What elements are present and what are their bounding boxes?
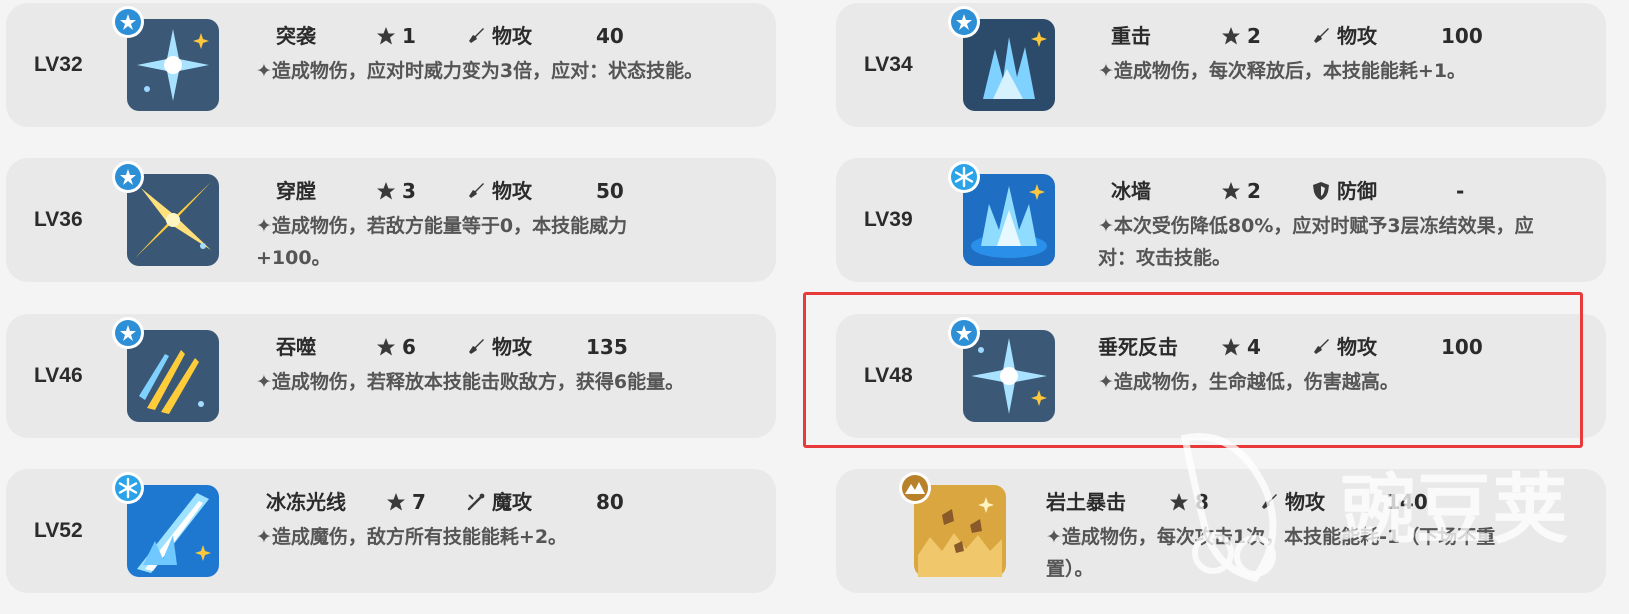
sword-icon [1314,28,1329,43]
star-badge-icon [111,5,145,39]
star-cost-icon [377,182,395,200]
sword-icon [469,28,484,43]
skill-cost: 1 [376,21,416,51]
watermark-logo: 豌豆荚 [1175,418,1605,593]
skill-card-lv34[interactable]: LV34 重击 2 物攻 100 ✦造成物伤，每次释放后，本技能能耗+1。 [836,3,1606,127]
skill-name: 穿膛 [276,179,316,203]
star-badge-icon [111,316,145,350]
skill-description: ✦造成物伤，应对时威力变为3倍，应对：状态技能。 [256,60,704,82]
star-cost-icon [377,27,395,45]
skill-cost: 2 [1221,21,1261,51]
skill-power: 100 [1441,24,1483,48]
skill-description: ✦造成物伤，若敌方能量等于0，本技能威力+100。 [256,215,628,269]
skill-power: 50 [596,179,624,203]
ice-wall-skill-icon [948,161,1055,266]
skill-name: 重击 [1111,24,1151,48]
skill-level: LV32 [34,53,83,76]
shield-icon [1313,182,1329,200]
skill-cost: 6 [376,332,416,362]
skill-level: LV39 [864,208,913,231]
skill-type: 物攻 [1311,21,1377,51]
snowflake-badge-icon [947,160,981,194]
star-cost-icon [387,493,405,511]
skill-level: LV34 [864,53,913,76]
skill-type: 物攻 [466,176,532,206]
skill-description: ✦造成物伤，若释放本技能击败敌方，获得6能量。 [256,371,685,393]
skill-name: 岩土暴击 [1046,490,1126,514]
skill-name: 冰墙 [1111,179,1151,203]
skill-card-lv39[interactable]: LV39 冰墙 2 防御 - ✦本次受伤降低80%，应对时赋予3层冻结效果，应对… [836,158,1606,282]
skill-cost: 3 [376,176,416,206]
star-cost-icon [377,338,395,356]
star-badge-icon [947,5,981,39]
star-cost-icon [1222,182,1240,200]
snowflake-badge-icon [111,471,145,505]
skill-description: ✦造成魔伤，敌方所有技能能耗+2。 [256,526,568,548]
skill-type: 防御 [1311,176,1377,206]
skill-power: - [1456,179,1465,203]
skill-power: 135 [586,335,628,359]
skill-card-lv52[interactable]: LV52 冰冻光线 7 魔攻 80 ✦造成魔伤，敌方所有技能能耗+2。 [6,469,776,593]
skill-name: 吞噬 [276,335,316,359]
skill-description: ✦本次受伤降低80%，应对时赋予3层冻结效果，应对：攻击技能。 [1098,215,1534,269]
watermark-text: 豌豆荚 [1340,465,1568,554]
skill-type: 物攻 [466,21,532,51]
skill-power: 80 [596,490,624,514]
sword-icon [469,339,484,354]
claw-skill-icon [112,317,219,422]
star-badge-icon [111,160,145,194]
skill-cost: 2 [1221,176,1261,206]
skill-card-lv36[interactable]: LV36 穿膛 3 物攻 50 ✦造成物伤，若敌方能量等于0，本技能威力+100… [6,158,776,282]
skill-level: LV36 [34,208,83,231]
star-cost-icon [1222,27,1240,45]
skill-card-lv46[interactable]: LV46 吞噬 6 物攻 135 ✦造成物伤，若释放本技能击败敌方，获得6能量。 [6,314,776,438]
rock-skill-icon [899,472,1006,577]
skill-description: ✦造成物伤，每次释放后，本技能能耗+1。 [1098,60,1467,82]
skill-type: 物攻 [466,332,532,362]
wand-icon [467,493,485,511]
skill-name: 突袭 [276,24,316,48]
sword-icon [469,183,484,198]
impact-skill-icon [948,6,1055,111]
skill-level: LV52 [34,519,83,542]
skill-name: 冰冻光线 [266,490,346,514]
skill-card-lv32[interactable]: LV32 突袭 1 物攻 40 ✦造成物伤，应对时威力变为3倍，应对：状态技能。 [6,3,776,127]
skill-type: 魔攻 [466,487,532,517]
mountain-badge-icon [898,471,932,505]
slash-skill-icon [112,161,219,266]
skill-power: 40 [596,24,624,48]
skill-cost: 7 [386,487,426,517]
ice-beam-skill-icon [112,472,219,577]
skill-level: LV46 [34,364,83,387]
sparkle-skill-icon [112,6,219,111]
